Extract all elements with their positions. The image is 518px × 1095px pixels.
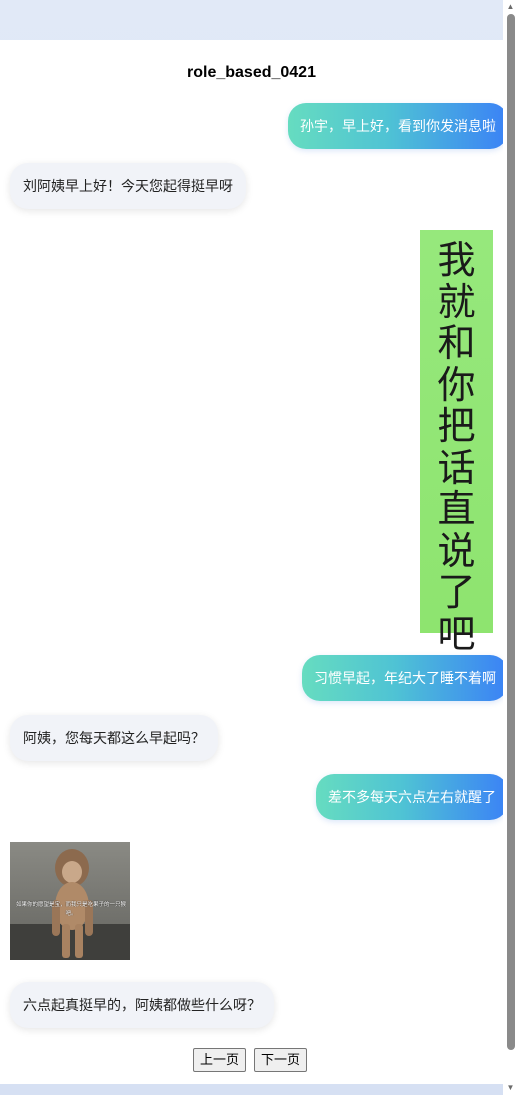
sticker-text: 我就和你把话直说了吧 <box>437 238 476 656</box>
scroll-up-icon[interactable]: ▲ <box>503 0 518 14</box>
meme-caption: 如果你的愿望是宝，而我只是吃果子的一只猴吧。 <box>16 902 127 917</box>
message-bubble-left: 阿姨，您每天都这么早起吗？ <box>10 715 218 761</box>
message-bubble-right: 差不多每天六点左右就醒了 <box>316 774 508 820</box>
page-title: role_based_0421 <box>187 64 316 81</box>
message-bubble-left: 六点起真挺早的，阿姨都做些什么呀？ <box>10 982 274 1028</box>
message-bubble-right: 习惯早起，年纪大了睡不着啊 <box>302 655 508 701</box>
vertical-scrollbar[interactable]: ▲ ▼ <box>503 0 518 1095</box>
scroll-down-icon[interactable]: ▼ <box>503 1081 518 1095</box>
text-sticker-image: 我就和你把话直说了吧 <box>420 230 493 654</box>
next-page-button[interactable]: 下一页 <box>254 1048 308 1072</box>
message-bubble-left: 刘阿姨早上好！今天您起得挺早呀 <box>10 163 246 209</box>
monkey-meme-image: 如果你的愿望是宝，而我只是吃果子的一只猴吧。 <box>10 842 130 960</box>
prev-page-button[interactable]: 上一页 <box>193 1048 247 1072</box>
scroll-thumb[interactable] <box>507 14 515 1050</box>
chat-window: role_based_0421 孙宇，早上好，看到你发消息啦 刘阿姨早上好！今天… <box>0 0 518 1095</box>
message-bubble-right: 孙宇，早上好，看到你发消息啦 <box>288 103 508 149</box>
